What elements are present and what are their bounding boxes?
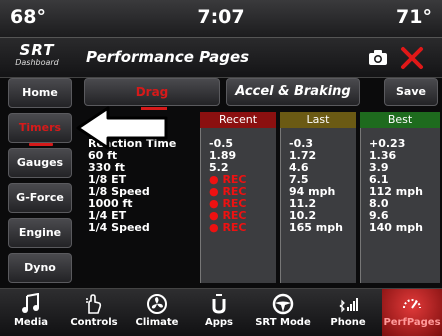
status-bar: 68° 7:07 71°	[0, 0, 442, 38]
cell-best: 140 mph	[369, 221, 423, 234]
sidebar: Home Timers Gauges G-Force Engine Dyno	[0, 78, 80, 288]
sidebar-item-label: Gauges	[16, 156, 64, 169]
column-header-last: Last	[280, 112, 356, 128]
srt-logo-text: SRT	[19, 41, 55, 59]
column-recent: -0.5 1.89 5.2 ● REC ● REC ● REC ● REC ● …	[200, 128, 276, 283]
save-button-label: Save	[396, 85, 426, 98]
tab-drag[interactable]: Drag	[84, 78, 220, 110]
srt-logo-subtext: Dashboard	[15, 58, 59, 67]
tab-accel-braking-label: Accel & Braking	[235, 84, 351, 99]
clock[interactable]: 7:07	[0, 6, 442, 28]
nav-label: Phone	[330, 317, 366, 328]
cell-recent: REC	[222, 221, 247, 234]
bluetooth-signal-icon	[339, 298, 358, 313]
nav-apps[interactable]: Apps	[188, 289, 250, 336]
nav-label: Climate	[135, 317, 179, 328]
sidebar-item-timers[interactable]: Timers	[8, 113, 72, 146]
close-icon[interactable]	[398, 44, 426, 72]
left-arrow-icon	[76, 106, 168, 150]
nav-phone[interactable]: Phone	[316, 289, 380, 336]
sidebar-item-label: Timers	[18, 121, 62, 134]
srt-logo: SRT Dashboard	[6, 43, 68, 73]
hand-touch-icon	[86, 294, 102, 314]
row-label: 1/4 Speed	[88, 221, 150, 234]
nav-label: Apps	[204, 317, 233, 328]
nav-label: SRT Mode	[255, 317, 311, 328]
nav-controls[interactable]: Controls	[62, 289, 126, 336]
sidebar-item-g-force[interactable]: G-Force	[8, 183, 72, 213]
row-labels: Reaction Time 60 ft 330 ft 1/8 ET 1/8 Sp…	[88, 138, 198, 234]
column-best: +0.23 1.36 3.9 6.1 112 mph 8.0 9.6 140 m…	[360, 128, 440, 283]
cell-last: 165 mph	[289, 221, 343, 234]
save-button[interactable]: Save	[384, 78, 438, 106]
nav-label: Media	[13, 317, 49, 328]
camera-icon[interactable]	[368, 48, 388, 68]
nav-label: Controls	[70, 317, 118, 328]
nav-media[interactable]: Media	[0, 289, 62, 336]
outside-temperature-right[interactable]: 71°	[396, 6, 432, 28]
music-note-icon	[22, 293, 39, 313]
app-header: SRT Dashboard Performance Pages	[0, 38, 442, 78]
nav-perf-pages[interactable]: PerfPages	[382, 289, 442, 336]
sidebar-item-label: Engine	[18, 226, 62, 239]
sidebar-item-label: Dyno	[24, 261, 56, 274]
sidebar-item-home[interactable]: Home	[8, 78, 72, 108]
apps-icon	[212, 294, 226, 314]
recording-indicator: ● REC	[209, 221, 247, 234]
tab-accel-braking[interactable]: Accel & Braking	[226, 78, 360, 106]
column-last: -0.3 1.72 4.6 7.5 94 mph 11.2 10.2 165 m…	[280, 128, 356, 283]
nav-label: PerfPages	[383, 317, 441, 328]
sidebar-item-gauges[interactable]: Gauges	[8, 148, 72, 178]
steering-wheel-icon	[272, 293, 294, 315]
nav-climate[interactable]: Climate	[126, 289, 188, 336]
climate-fan-icon	[147, 294, 167, 314]
bottom-nav-bar: Media Controls Climate Apps SRT Mode Pho…	[0, 288, 442, 336]
sidebar-item-label: G-Force	[16, 191, 64, 204]
column-header-best: Best	[360, 112, 440, 128]
sidebar-item-dyno[interactable]: Dyno	[8, 253, 72, 283]
page-title: Performance Pages	[86, 48, 250, 66]
tab-drag-label: Drag	[135, 85, 169, 99]
sidebar-item-label: Home	[22, 86, 58, 99]
nav-srt-mode[interactable]: SRT Mode	[250, 289, 316, 336]
sidebar-item-engine[interactable]: Engine	[8, 218, 72, 248]
column-header-recent: Recent	[200, 112, 276, 128]
active-indicator	[29, 143, 53, 146]
performance-gauge-icon	[403, 299, 421, 309]
